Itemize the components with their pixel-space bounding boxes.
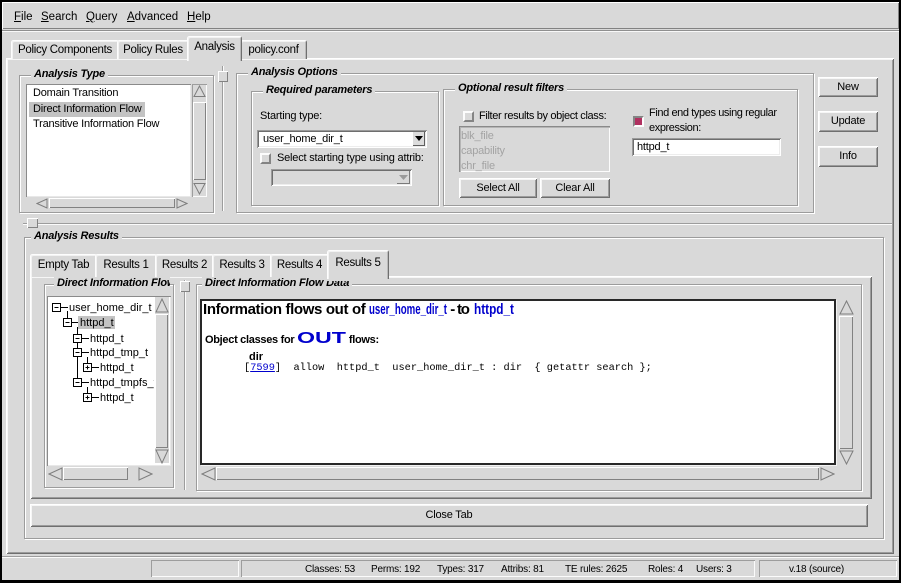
svg-text:httpd_t: httpd_t (100, 362, 134, 374)
svg-text:httpd_tmp_t: httpd_tmp_t (90, 347, 148, 359)
svg-text:user_home_dir_t: user_home_dir_t (69, 302, 152, 314)
svg-text:httpd_t: httpd_t (90, 333, 124, 345)
svg-text:httpd_t: httpd_t (80, 317, 114, 329)
svg-text:httpd_tmpfs_t: httpd_tmpfs_t (90, 377, 154, 389)
svg-text:httpd_t: httpd_t (100, 392, 134, 404)
